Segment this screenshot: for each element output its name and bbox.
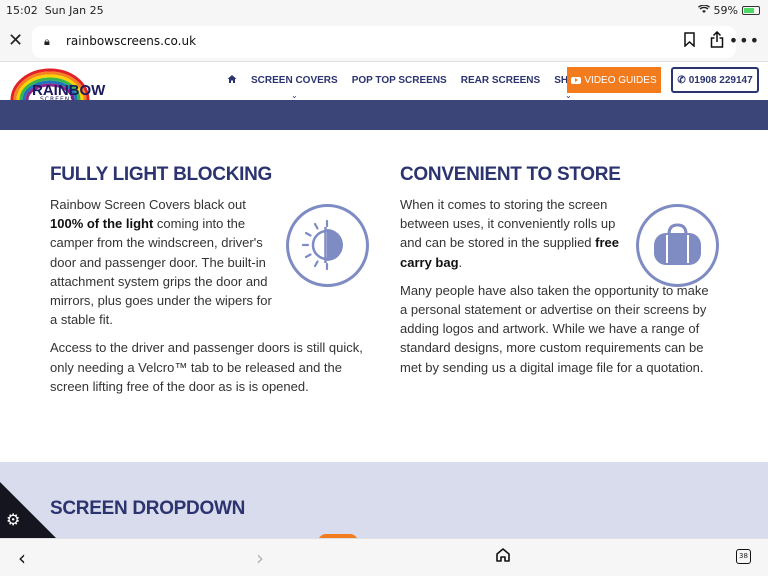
hero-band (0, 100, 768, 130)
status-right: 59% (697, 4, 760, 17)
light-blocking-text-b: coming into the camper from the windscre… (50, 216, 272, 328)
light-blocking-bold: 100% of the light (50, 216, 154, 232)
nav-screen-covers-label: SCREEN COVERS (251, 75, 338, 86)
status-time: 15:02 Sun Jan 25 (6, 4, 104, 17)
carry-bag-icon (636, 204, 719, 287)
light-blocking-heading: FULLY LIGHT BLOCKING (50, 164, 273, 185)
browser-toolbar: ✕ 🔒︎ rainbowscreens.co.uk ••• (0, 22, 768, 62)
status-bar: 15:02 Sun Jan 25 59% (0, 0, 768, 22)
battery-icon (742, 6, 760, 15)
storage-body: Many people have also taken the opportun… (400, 282, 709, 375)
storage-section: CONVENIENT TO STORE When it comes to sto… (400, 164, 720, 377)
phone-button[interactable]: ✆ 01908 229147 (671, 67, 759, 93)
tab-count: 38 (739, 552, 748, 560)
gear-icon[interactable]: ⚙ (6, 510, 20, 529)
nav-pop-top-screens-label: POP TOP SCREENS (351, 75, 447, 86)
close-icon[interactable]: ✕ (8, 31, 23, 51)
browser-home-icon[interactable] (495, 547, 511, 567)
address-bar[interactable]: 🔒︎ rainbowscreens.co.uk (32, 26, 736, 58)
screen-dropdown-section: SCREEN DROPDOWN (0, 462, 768, 542)
battery-percent: 59% (713, 4, 738, 17)
bookmark-icon[interactable] (683, 32, 696, 51)
phone-icon: ✆ (677, 74, 686, 86)
sun-shade-icon (286, 204, 369, 287)
site-logo[interactable]: RAINBOW SCREENS (10, 66, 110, 103)
nav-screen-covers[interactable]: SCREEN COVERS ⌄ (244, 71, 345, 100)
url-text[interactable]: rainbowscreens.co.uk (66, 34, 196, 48)
screen-dropdown-heading: SCREEN DROPDOWN (50, 498, 246, 519)
light-blocking-section: FULLY LIGHT BLOCKING Rainbow Screen Cove… (50, 164, 370, 396)
storage-intro: When it comes to storing the screen betw… (400, 195, 625, 272)
forward-icon[interactable]: › (256, 546, 264, 570)
status-clock: 15:02 (6, 4, 38, 17)
storage-heading: CONVENIENT TO STORE (400, 164, 621, 185)
main-nav: SCREEN COVERS ⌄ POP TOP SCREENS REAR SCRE… (220, 70, 590, 100)
lock-icon: 🔒︎ (44, 35, 50, 48)
video-guides-label: VIDEO GUIDES (584, 74, 657, 86)
tabs-icon[interactable]: 38 (736, 549, 751, 564)
chevron-down-icon: ⌄ (290, 91, 298, 100)
light-blocking-text-a: Rainbow Screen Covers black out (50, 197, 246, 212)
home-icon[interactable] (220, 70, 244, 91)
nav-rear-screens-label: REAR SCREENS (460, 75, 541, 86)
share-icon[interactable] (710, 30, 724, 52)
back-icon[interactable]: ‹ (18, 546, 26, 570)
storage-text-a: When it comes to storing the screen betw… (400, 197, 616, 251)
nav-rear-screens[interactable]: REAR SCREENS (454, 71, 547, 90)
phone-number: 01908 229147 (688, 74, 753, 86)
wifi-icon (697, 4, 710, 17)
light-blocking-body: Access to the driver and passenger doors… (50, 340, 363, 394)
video-icon (571, 76, 582, 84)
nav-pop-top-screens[interactable]: POP TOP SCREENS (345, 71, 454, 90)
status-date: Sun Jan 25 (44, 4, 104, 17)
more-icon[interactable]: ••• (729, 31, 760, 50)
browser-bottom-toolbar: ‹ › 38 (0, 538, 768, 576)
site-header: RAINBOW SCREENS SCREEN COVERS ⌄ POP TOP S… (0, 62, 768, 103)
video-guides-button[interactable]: VIDEO GUIDES (567, 67, 661, 93)
light-blocking-intro: Rainbow Screen Covers black out 100% of … (50, 195, 275, 329)
storage-text-b: . (458, 254, 463, 270)
